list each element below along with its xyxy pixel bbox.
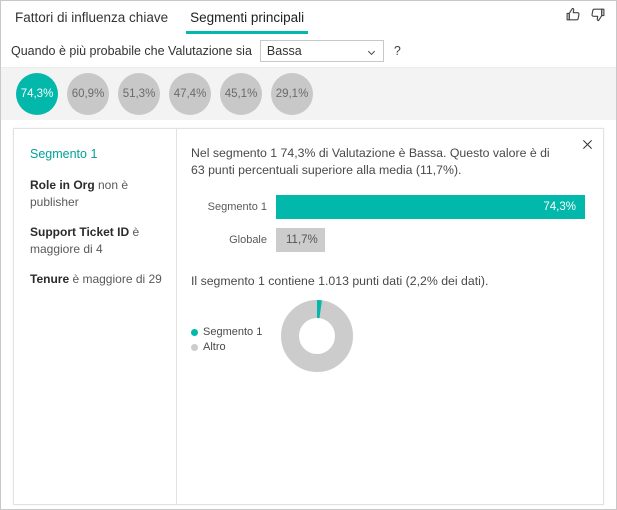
segment-analysis-pane: Nel segmento 1 74,3% di Valutazione è Ba…	[177, 129, 603, 504]
datapoints-note: Il segmento 1 contiene 1.013 punti dati …	[191, 274, 489, 288]
bar-value: 74,3%	[543, 201, 576, 213]
legend-item: Segmento 1	[191, 326, 275, 338]
question-row: Quando è più probabile che Valutazione s…	[1, 34, 616, 67]
feedback-controls	[565, 6, 606, 23]
tab-bar: Fattori di influenza chiave Segmenti pri…	[1, 1, 616, 34]
segment-detail-card: Segmento 1 Role in Org non è publisher S…	[13, 128, 604, 505]
bar-row-segment: Segmento 1 74,3%	[195, 195, 585, 219]
legend-label: Segmento 1	[203, 326, 263, 338]
chevron-down-icon	[366, 45, 377, 56]
bar-row-global: Globale 11,7%	[195, 228, 585, 252]
donut-legend: Segmento 1 Altro	[191, 300, 275, 356]
segment-bubble[interactable]: 60,9%	[67, 73, 109, 115]
segment-summary-text: Nel segmento 1 74,3% di Valutazione è Ba…	[191, 146, 550, 177]
bar-label: Globale	[229, 234, 267, 246]
help-icon[interactable]: ?	[394, 44, 401, 58]
tab-key-influencers[interactable]: Fattori di influenza chiave	[11, 10, 172, 34]
segment-bubble[interactable]: 47,4%	[169, 73, 211, 115]
segment-bubble[interactable]: 45,1%	[220, 73, 262, 115]
bar-label: Segmento 1	[207, 201, 267, 213]
bar-track: 74,3%	[276, 195, 585, 219]
insights-window: Fattori di influenza chiave Segmenti pri…	[0, 0, 617, 510]
donut-chart[interactable]	[281, 300, 353, 372]
segment-title: Segmento 1	[30, 147, 98, 161]
segment-rule-field: Role in Org	[30, 178, 95, 192]
segment-bubble[interactable]: 74,3%	[16, 73, 58, 115]
value-select[interactable]: Bassa	[259, 39, 384, 62]
segment-rule-field: Tenure	[30, 272, 70, 286]
bar-fill-global[interactable]: 11,7%	[276, 228, 325, 252]
segment-rule-field: Support Ticket ID	[30, 225, 130, 239]
legend-label: Altro	[203, 341, 226, 353]
legend-dot-other	[191, 343, 198, 351]
segment-bubble-strip: 74,3% 60,9% 51,3% 47,4% 45,1% 29,1%	[1, 67, 616, 120]
bar-value: 11,7%	[286, 234, 318, 246]
bar-track: 11,7%	[276, 228, 585, 252]
segment-bubble[interactable]: 51,3%	[118, 73, 160, 115]
segment-rule: Role in Org non è publisher	[30, 177, 162, 211]
legend-item: Altro	[191, 341, 275, 353]
legend-dot-segment	[191, 328, 198, 336]
comparison-bar-chart: Segmento 1 74,3% Globale 11,7%	[195, 195, 585, 252]
segment-rule: Support Ticket ID è maggiore di 4	[30, 224, 162, 258]
close-icon[interactable]	[578, 135, 596, 153]
value-select-label: Bassa	[266, 43, 302, 58]
donut-chart-area: Segmento 1 Altro	[191, 300, 585, 372]
question-prompt: Quando è più probabile che Valutazione s…	[11, 43, 252, 58]
bar-fill-segment[interactable]: 74,3%	[276, 195, 585, 219]
segment-rule: Tenure è maggiore di 29	[30, 271, 162, 288]
thumbs-down-icon[interactable]	[589, 6, 606, 23]
segment-bubble[interactable]: 29,1%	[271, 73, 313, 115]
tab-top-segments[interactable]: Segmenti principali	[186, 10, 309, 34]
thumbs-up-icon[interactable]	[565, 6, 582, 23]
segment-rule-text: è maggiore di 29	[69, 272, 162, 286]
segment-rules-pane: Segmento 1 Role in Org non è publisher S…	[14, 129, 177, 504]
